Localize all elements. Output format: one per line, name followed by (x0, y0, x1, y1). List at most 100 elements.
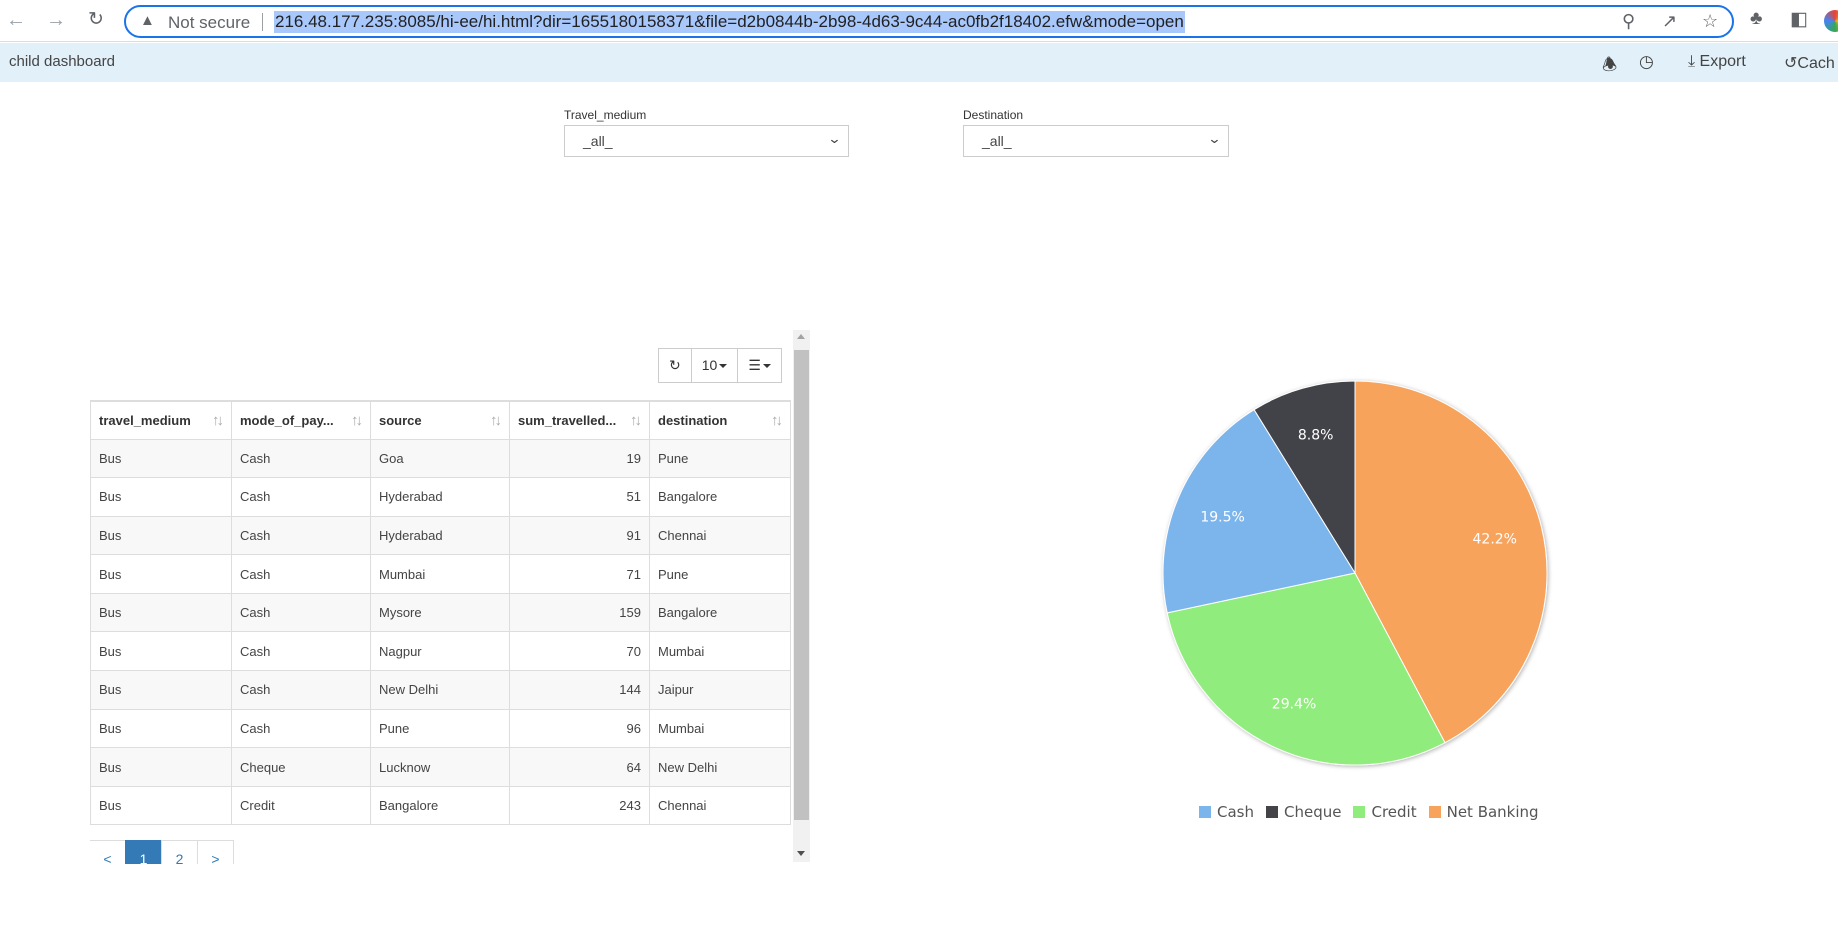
page-prev-button[interactable]: < (90, 840, 126, 864)
legend-item[interactable]: Cash (1199, 803, 1254, 821)
table-cell: Mumbai (370, 554, 510, 594)
table-cell: Bus (90, 477, 232, 517)
table-row[interactable]: Bus Cash Mumbai 71 Pune (90, 554, 791, 594)
caret-down-icon (719, 364, 728, 369)
select-value: _all_ (583, 133, 613, 149)
table-cell: Bangalore (649, 592, 791, 633)
table-row[interactable]: Bus Credit Bangalore 243 Chennai (90, 785, 791, 826)
column-header[interactable]: source ↑↓ (370, 400, 510, 440)
table-cell: Bus (90, 785, 232, 826)
back-arrow-icon[interactable]: ← (4, 8, 28, 32)
table-cell: Credit (231, 785, 371, 826)
sort-icon[interactable]: ↑↓ (630, 412, 642, 429)
pie-data-label: 19.5% (1200, 509, 1244, 525)
column-header[interactable]: destination ↑↓ (649, 400, 791, 440)
legend-item[interactable]: Net Banking (1428, 803, 1539, 821)
column-header-label: mode_of_pay... (240, 412, 334, 428)
table-cell: Chennai (649, 785, 791, 826)
page-next-button[interactable]: > (197, 840, 234, 864)
table-cell: Goa (370, 438, 510, 479)
destination-select[interactable]: _all_ ⌄ (963, 125, 1229, 157)
table-cell: Cash (231, 631, 371, 672)
table-cell: Pune (370, 708, 510, 749)
table-cell: Cash (231, 477, 371, 517)
table-cell: Pune (649, 554, 791, 594)
page-size-dropdown[interactable]: 10 (692, 349, 739, 382)
table-cell: Cash (231, 708, 371, 749)
table-cell: Jaipur (649, 670, 791, 710)
table-cell: Nagpur (370, 631, 510, 672)
warning-icon[interactable]: ▲ (140, 12, 155, 29)
caret-down-icon (762, 364, 771, 369)
table-row[interactable]: Bus Cheque Lucknow 64 New Delhi (90, 747, 791, 787)
travel-medium-select[interactable]: _all_ ⌄ (564, 125, 849, 157)
sort-icon[interactable]: ↑↓ (212, 412, 224, 429)
table-cell: Mysore (370, 592, 510, 633)
table-cell: Bus (90, 554, 232, 594)
columns-dropdown[interactable]: ☰ (738, 349, 781, 382)
cache-button[interactable]: ↺Cach (1784, 53, 1835, 73)
table-row[interactable]: Bus Cash Hyderabad 51 Bangalore (90, 477, 791, 517)
refresh-button[interactable]: ↻ (659, 349, 692, 382)
profile-avatar[interactable] (1824, 10, 1838, 32)
table-cell: 159 (509, 592, 650, 633)
legend-item[interactable]: Credit (1353, 803, 1417, 821)
scroll-down-arrow-icon[interactable] (797, 851, 805, 856)
download-icon: ⤓ (1688, 53, 1696, 70)
refresh-icon: ↻ (669, 357, 681, 373)
security-label[interactable]: Not secure (168, 13, 250, 33)
sort-icon[interactable]: ↑↓ (490, 412, 502, 429)
column-header[interactable]: mode_of_pay... ↑↓ (231, 400, 371, 440)
forward-arrow-icon[interactable]: → (44, 8, 68, 32)
table-toolbar: ↻ 10 ☰ (658, 348, 782, 383)
column-header-label: source (379, 412, 422, 428)
table-cell: 243 (509, 785, 650, 826)
legend-label: Cash (1217, 803, 1254, 821)
sort-icon[interactable]: ↑↓ (351, 412, 363, 429)
table-row[interactable]: Bus Cash Nagpur 70 Mumbai (90, 631, 791, 672)
table-cell: 144 (509, 670, 650, 710)
table-cell: Bus (90, 438, 232, 479)
page-title: child dashboard (9, 53, 115, 70)
table-cell: 70 (509, 631, 650, 672)
address-bar[interactable]: ▲ Not secure 216.48.177.235:8085/hi-ee/h… (124, 5, 1734, 38)
table-cell: Bus (90, 515, 232, 556)
page-2-button[interactable]: 2 (161, 840, 198, 864)
chevron-down-icon: ⌄ (1207, 131, 1222, 146)
filter-label: Destination (963, 108, 1024, 122)
bell-icon[interactable]: 🕭 (1602, 52, 1617, 81)
table-cell: Cash (231, 438, 371, 479)
table-cell: Bus (90, 631, 232, 672)
reload-icon[interactable]: ↻ (84, 8, 108, 32)
scrollbar-thumb[interactable] (794, 350, 809, 820)
column-header[interactable]: travel_medium ↑↓ (90, 400, 232, 440)
table-cell: Bus (90, 708, 232, 749)
url-text[interactable]: 216.48.177.235:8085/hi-ee/hi.html?dir=16… (274, 11, 1185, 33)
sort-icon[interactable]: ↑↓ (771, 412, 783, 429)
table-row[interactable]: Bus Cash Pune 96 Mumbai (90, 708, 791, 749)
chevron-down-icon: ⌄ (827, 131, 842, 146)
clock-icon[interactable]: ◷ (1639, 52, 1654, 72)
table-row[interactable]: Bus Cash New Delhi 144 Jaipur (90, 670, 791, 710)
column-header-label: sum_travelled... (518, 412, 617, 428)
export-button[interactable]: ⤓ Export (1688, 53, 1746, 71)
side-panel-icon[interactable]: ◧ (1790, 8, 1808, 31)
table-cell: Bangalore (370, 785, 510, 826)
zoom-out-icon[interactable]: ⚲ (1622, 11, 1635, 32)
table-cell: Pune (649, 438, 791, 479)
table-row[interactable]: Bus Cash Hyderabad 91 Chennai (90, 515, 791, 556)
table-cell: New Delhi (370, 670, 510, 710)
extensions-puzzle-icon[interactable]: ♣ (1750, 8, 1762, 30)
table-cell: 96 (509, 708, 650, 749)
scroll-up-arrow-icon[interactable] (797, 334, 805, 339)
bookmark-star-icon[interactable]: ☆ (1702, 11, 1718, 32)
table-row[interactable]: Bus Cash Goa 19 Pune (90, 438, 791, 479)
table-row[interactable]: Bus Cash Mysore 159 Bangalore (90, 592, 791, 633)
table-cell: Lucknow (370, 747, 510, 787)
table-cell: 64 (509, 747, 650, 787)
share-icon[interactable]: ↗ (1662, 11, 1677, 32)
column-header[interactable]: sum_travelled... ↑↓ (509, 400, 650, 440)
legend-item[interactable]: Cheque (1266, 803, 1341, 821)
vertical-scrollbar[interactable] (793, 330, 810, 862)
page-1-button[interactable]: 1 (125, 840, 162, 864)
